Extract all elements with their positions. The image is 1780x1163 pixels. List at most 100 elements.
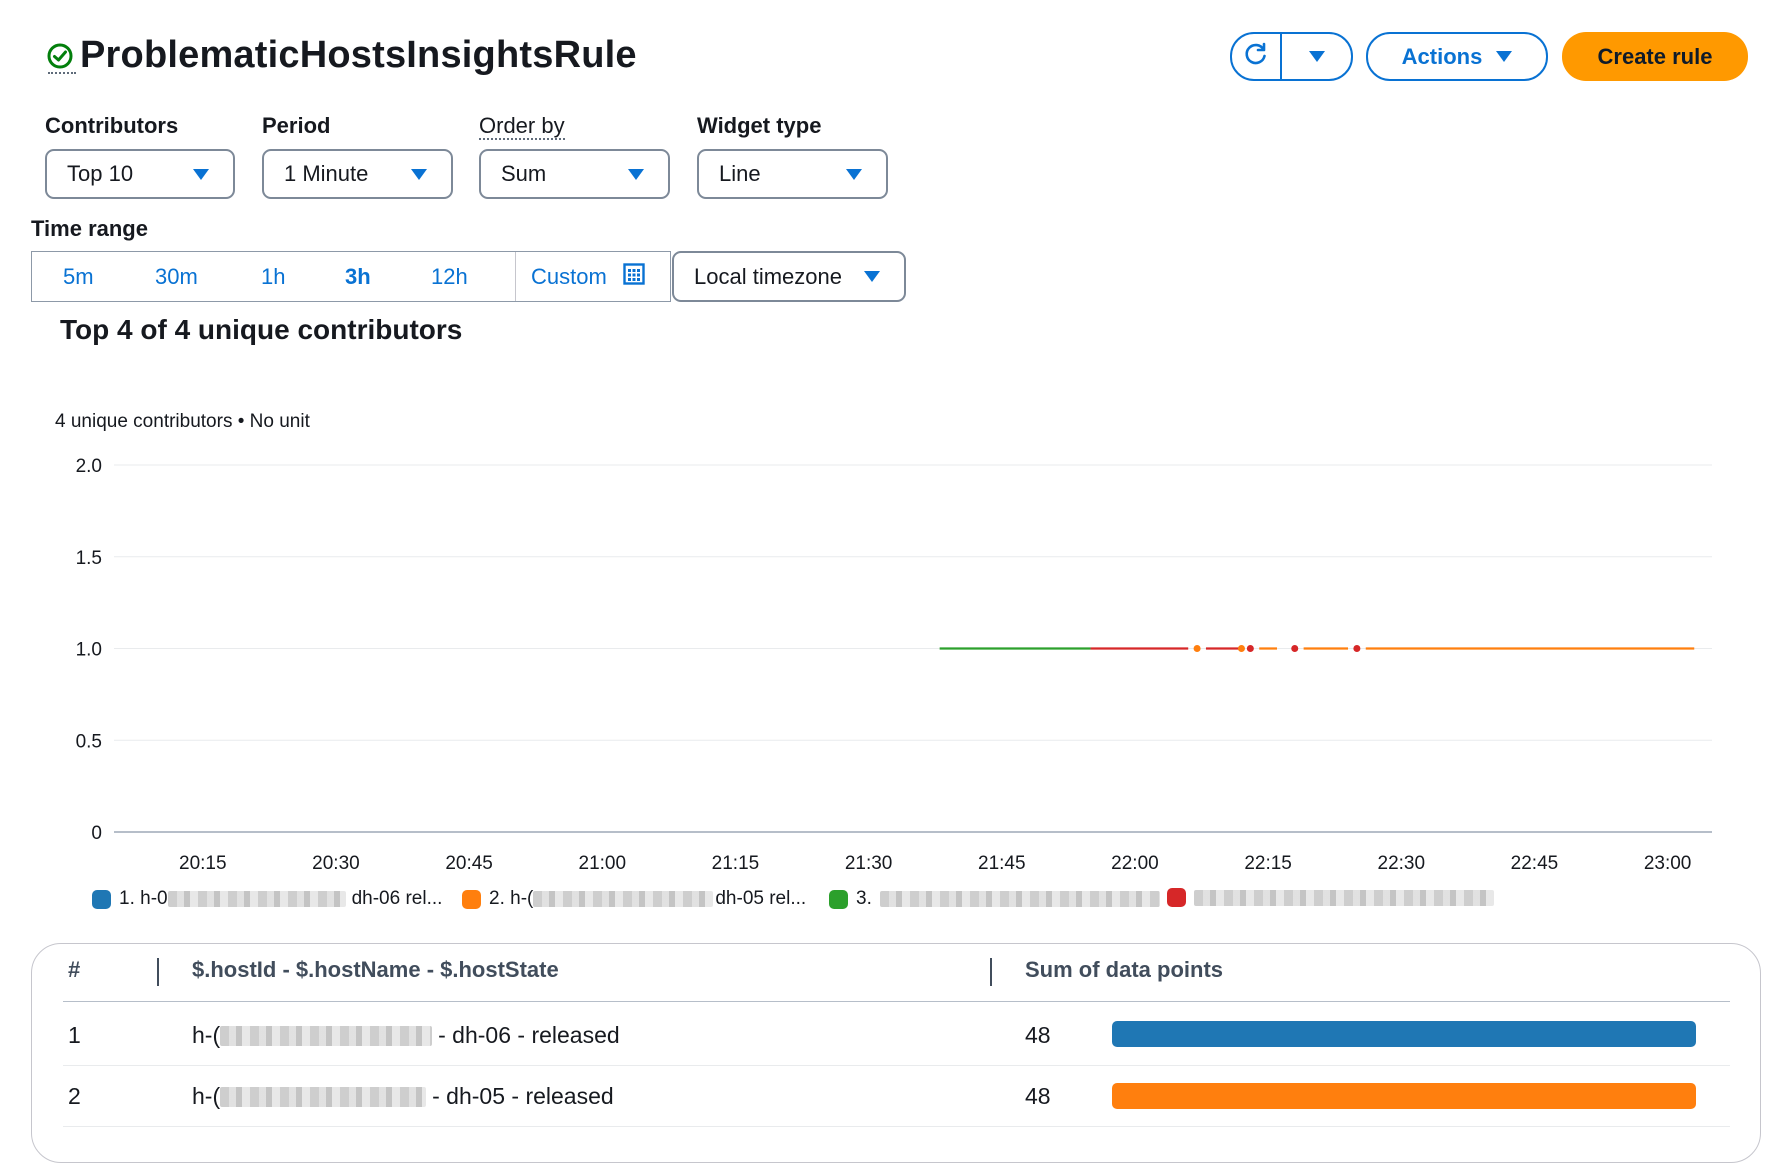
widget-type-label: Widget type: [697, 113, 822, 138]
redacted-text: [167, 891, 346, 907]
caret-down-icon: [1308, 51, 1325, 62]
legend-swatch: [462, 889, 481, 909]
row-divider: [63, 1126, 1730, 1127]
refresh-icon: [1243, 41, 1269, 73]
x-tick-label: 22:15: [1244, 853, 1292, 874]
time-range-3h[interactable]: 3h: [345, 252, 371, 301]
legend-swatch: [1167, 888, 1186, 907]
widget-type-select[interactable]: Line: [697, 149, 888, 199]
series-point: [1291, 645, 1299, 652]
caret-down-icon: [628, 168, 644, 180]
contributor-suffix: - dh-06 - released: [438, 1022, 620, 1048]
series-point: [1246, 645, 1254, 652]
legend-prefix: 1. h-0: [119, 888, 168, 909]
redacted-text: [533, 891, 714, 907]
chart-subtitle: 4 unique contributors • No unit: [55, 411, 310, 432]
legend-suffix: dh-06 rel...: [351, 888, 443, 909]
series-point: [1193, 645, 1201, 652]
period-select[interactable]: 1 Minute: [262, 149, 453, 199]
legend-prefix: 3.: [856, 888, 872, 909]
contributors-select[interactable]: Top 10: [45, 149, 235, 199]
timezone-select[interactable]: Local timezone: [672, 251, 906, 302]
page-title: ProblematicHostsInsightsRule: [80, 34, 637, 76]
x-tick-label: 21:30: [845, 853, 893, 874]
table-header-divider: [63, 1001, 1730, 1002]
contributors-label: Contributors: [45, 113, 179, 138]
actions-label: Actions: [1401, 43, 1483, 69]
order-by-label[interactable]: Order by: [479, 113, 565, 140]
order-by-select[interactable]: Sum: [479, 149, 670, 199]
legend-prefix: 2. h-(: [489, 888, 534, 909]
row-divider: [63, 1065, 1730, 1066]
timezone-value: Local timezone: [694, 263, 842, 289]
column-divider[interactable]: [990, 958, 992, 986]
time-range-custom[interactable]: Custom: [531, 252, 645, 301]
x-tick-label: 21:00: [579, 853, 627, 874]
legend-item-2[interactable]: 2. h-( dh-05 rel...: [462, 888, 806, 910]
column-header-sum: Sum of data points: [1025, 957, 1223, 982]
redacted-text: [1194, 889, 1494, 906]
contributors-line-chart: 2.0 1.5 1.0 0.5 0 20:15 20:30 20:45 21:00 21:15 21…: [76, 456, 1712, 874]
row-1-sum-bar: [1112, 1021, 1696, 1047]
time-range-12h[interactable]: 12h: [431, 252, 468, 301]
row-2-rank: 2: [68, 1083, 81, 1109]
row-1-contributor: h-( - dh-06 - released: [192, 1022, 620, 1049]
status-underline: [48, 72, 76, 74]
x-tick-label: 21:45: [978, 853, 1026, 874]
x-tick-label: 21:15: [712, 853, 760, 874]
time-range-1h[interactable]: 1h: [261, 252, 285, 301]
column-divider[interactable]: [157, 958, 159, 986]
y-tick-label: 1.5: [76, 548, 102, 569]
contributors-value: Top 10: [67, 161, 134, 186]
series-point: [1237, 645, 1245, 652]
order-by-value: Sum: [501, 161, 547, 186]
x-tick-label: 20:30: [312, 853, 360, 874]
x-tick-label: 20:45: [445, 853, 493, 874]
x-tick-label: 20:15: [179, 853, 227, 874]
column-header-rank: #: [68, 957, 81, 982]
time-range-selector: 5m 30m 1h 3h 12h Custom: [31, 251, 671, 302]
legend-item-4[interactable]: [1167, 888, 1494, 907]
actions-button[interactable]: Actions: [1366, 32, 1548, 81]
caret-down-icon: [193, 168, 209, 180]
row-2-sum-bar: [1112, 1083, 1696, 1109]
y-tick-label: 0: [91, 823, 102, 844]
legend-swatch: [829, 889, 848, 909]
redacted-text: [879, 891, 1160, 907]
success-status-icon: [46, 42, 76, 72]
x-tick-label: 22:30: [1378, 853, 1426, 874]
x-tick-label: 22:00: [1111, 853, 1159, 874]
create-rule-label: Create rule: [1597, 43, 1713, 69]
redacted-text: [220, 1086, 427, 1107]
refresh-interval-dropdown[interactable]: [1282, 34, 1351, 79]
row-1-rank: 1: [68, 1022, 81, 1048]
contributor-suffix: - dh-05 - released: [432, 1083, 614, 1109]
caret-down-icon: [411, 168, 427, 180]
refresh-button[interactable]: [1232, 34, 1282, 79]
time-range-30m[interactable]: 30m: [155, 252, 198, 301]
series-point: [1353, 645, 1361, 652]
contributor-prefix: h-(: [192, 1022, 221, 1048]
period-value: 1 Minute: [284, 161, 369, 186]
legend-item-1[interactable]: 1. h-0 dh-06 rel...: [92, 888, 442, 910]
redacted-text: [220, 1025, 433, 1046]
legend-suffix: dh-05 rel...: [715, 888, 807, 909]
create-rule-button[interactable]: Create rule: [1562, 32, 1748, 81]
contributor-prefix: h-(: [192, 1083, 221, 1109]
custom-label: Custom: [531, 263, 607, 289]
y-tick-label: 0.5: [76, 731, 102, 752]
time-range-divider: [515, 252, 516, 301]
legend-item-3[interactable]: 3.: [829, 888, 1160, 910]
x-tick-label: 22:45: [1511, 853, 1559, 874]
caret-down-icon: [864, 271, 880, 282]
column-header-contributor: $.hostId - $.hostName - $.hostState: [192, 957, 559, 982]
chart-title: Top 4 of 4 unique contributors: [60, 314, 463, 345]
time-range-5m[interactable]: 5m: [63, 252, 94, 301]
y-tick-label: 2.0: [76, 456, 102, 477]
row-1-sum: 48: [1025, 1022, 1051, 1048]
calendar-icon: [623, 262, 645, 291]
period-label: Period: [262, 113, 331, 138]
caret-down-icon: [1496, 51, 1513, 62]
time-range-label: Time range: [31, 216, 148, 241]
row-2-contributor: h-( - dh-05 - released: [192, 1083, 614, 1110]
